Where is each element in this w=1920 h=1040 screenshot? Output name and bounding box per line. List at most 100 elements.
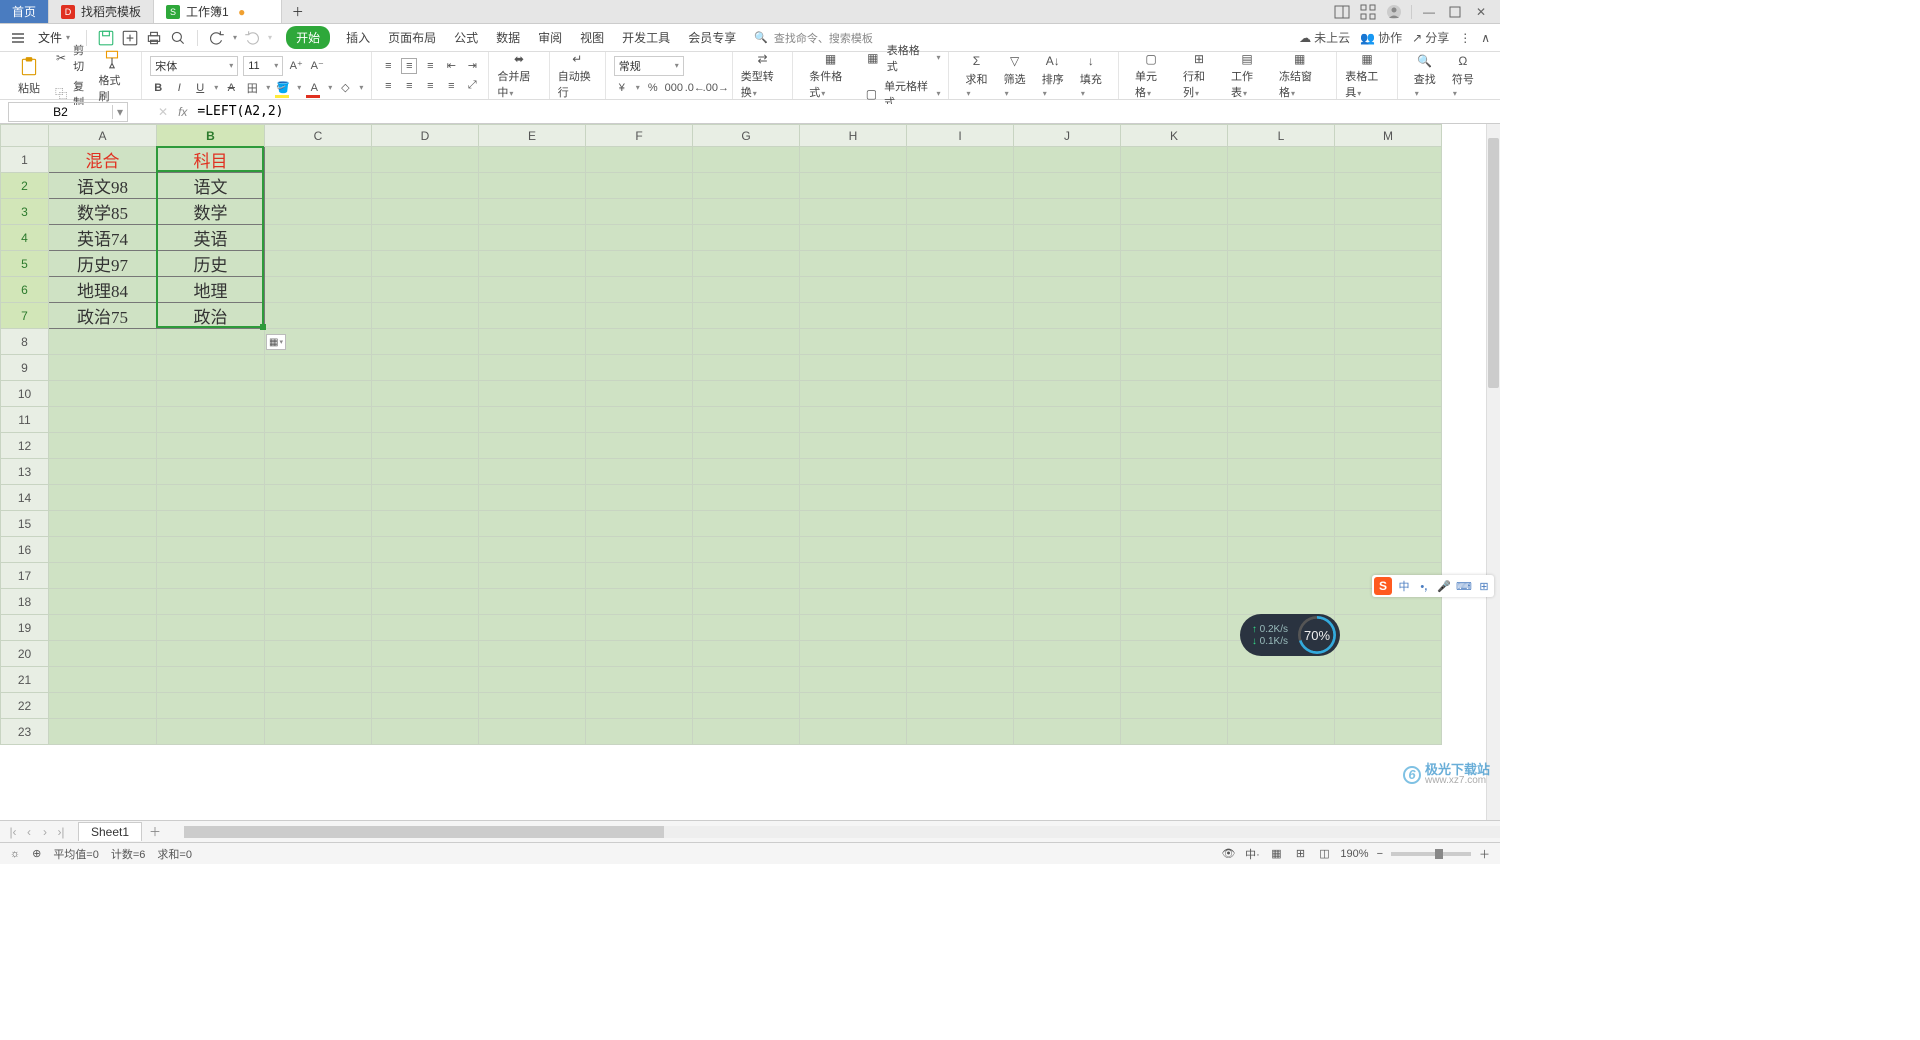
align-top-icon[interactable]: ≡ — [380, 58, 396, 74]
add-sheet-button[interactable]: ＋ — [146, 823, 164, 840]
cell[interactable] — [265, 147, 372, 173]
ime-mic-icon[interactable]: 🎤 — [1436, 578, 1452, 594]
chevron-down-icon[interactable]: ▾ — [328, 83, 332, 92]
cell[interactable] — [907, 277, 1014, 303]
cell[interactable] — [479, 199, 586, 225]
cell[interactable] — [265, 303, 372, 329]
column-header[interactable]: D — [372, 125, 479, 147]
cell[interactable] — [586, 563, 693, 589]
cell[interactable] — [800, 329, 907, 355]
cell[interactable] — [1014, 667, 1121, 693]
align-middle-icon[interactable]: ≡ — [401, 58, 417, 74]
column-header[interactable]: G — [693, 125, 800, 147]
cell[interactable] — [479, 459, 586, 485]
cell[interactable] — [800, 563, 907, 589]
column-header[interactable]: M — [1335, 125, 1442, 147]
cell[interactable] — [1014, 251, 1121, 277]
cell[interactable] — [907, 173, 1014, 199]
cell[interactable] — [1014, 407, 1121, 433]
cell[interactable] — [265, 459, 372, 485]
cell[interactable] — [586, 433, 693, 459]
cell[interactable] — [479, 719, 586, 745]
paste-icon[interactable] — [18, 56, 40, 78]
merge-center-icon[interactable]: ⬌ — [508, 52, 530, 66]
ribbon-tab-page-layout[interactable]: 页面布局 — [386, 25, 438, 50]
cell[interactable] — [1228, 381, 1335, 407]
cell[interactable] — [800, 147, 907, 173]
cell[interactable] — [586, 199, 693, 225]
cell[interactable] — [157, 329, 265, 355]
sheet-tab[interactable]: Sheet1 — [78, 822, 142, 841]
ribbon-tab-data[interactable]: 数据 — [494, 25, 522, 50]
cell[interactable] — [1014, 719, 1121, 745]
cell[interactable] — [49, 615, 157, 641]
cell[interactable] — [479, 277, 586, 303]
number-format-select[interactable]: 常规▾ — [614, 56, 684, 76]
currency-icon[interactable]: ¥ — [614, 80, 630, 96]
cell[interactable] — [907, 719, 1014, 745]
cell[interactable] — [157, 641, 265, 667]
cell[interactable] — [49, 693, 157, 719]
cell[interactable] — [479, 693, 586, 719]
avatar-icon[interactable] — [1385, 4, 1403, 20]
ime-lang[interactable]: 中 — [1396, 578, 1412, 594]
column-header[interactable]: L — [1228, 125, 1335, 147]
cell[interactable] — [693, 433, 800, 459]
cell[interactable] — [800, 173, 907, 199]
cell[interactable] — [1121, 329, 1228, 355]
cell[interactable] — [479, 225, 586, 251]
cell[interactable]: 语文98 — [49, 173, 157, 199]
cell[interactable] — [1121, 563, 1228, 589]
cell[interactable]: 英语74 — [49, 225, 157, 251]
worksheet-icon[interactable]: ▤ — [1236, 52, 1258, 66]
ime-punct-icon[interactable]: •ꓹ — [1416, 578, 1432, 594]
find-icon[interactable]: 🔍 — [1414, 52, 1436, 69]
sheet-prev-icon[interactable]: ‹ — [22, 825, 36, 839]
format-painter-icon[interactable] — [101, 48, 123, 70]
cell[interactable] — [372, 589, 479, 615]
underline-icon[interactable]: U — [192, 80, 208, 96]
cell[interactable] — [907, 225, 1014, 251]
column-header[interactable]: J — [1014, 125, 1121, 147]
cell[interactable] — [372, 173, 479, 199]
cell[interactable] — [586, 615, 693, 641]
row-col-icon[interactable]: ⊞ — [1188, 52, 1210, 66]
chevron-down-icon[interactable]: ▾ — [214, 83, 218, 92]
align-left-icon[interactable]: ≡ — [380, 78, 396, 94]
cell[interactable] — [1335, 459, 1442, 485]
cell[interactable] — [1121, 511, 1228, 537]
sum-icon[interactable]: Σ — [966, 52, 988, 69]
cell[interactable]: 历史 — [157, 251, 265, 277]
cell[interactable] — [479, 511, 586, 537]
cell[interactable] — [800, 251, 907, 277]
row-header[interactable]: 22 — [1, 693, 49, 719]
ribbon-tab-review[interactable]: 审阅 — [536, 25, 564, 50]
cell[interactable] — [907, 303, 1014, 329]
align-right-icon[interactable]: ≡ — [422, 78, 438, 94]
cell[interactable]: 政治75 — [49, 303, 157, 329]
cell[interactable] — [693, 147, 800, 173]
cell[interactable] — [372, 407, 479, 433]
cell[interactable] — [265, 251, 372, 277]
cell[interactable] — [1228, 173, 1335, 199]
cell[interactable] — [265, 199, 372, 225]
sort-icon[interactable]: A↓ — [1042, 52, 1064, 69]
status-mark-icon[interactable]: ⊕ — [32, 847, 41, 860]
cell[interactable] — [157, 589, 265, 615]
cell[interactable] — [1335, 667, 1442, 693]
cell[interactable] — [265, 537, 372, 563]
cell[interactable] — [1014, 329, 1121, 355]
indent-decrease-icon[interactable]: ⇤ — [443, 58, 459, 74]
cell[interactable] — [586, 251, 693, 277]
type-convert-icon[interactable]: ⇄ — [752, 52, 774, 66]
cell[interactable] — [1014, 459, 1121, 485]
share-button[interactable]: ↗分享 — [1412, 29, 1449, 46]
cell[interactable] — [265, 693, 372, 719]
cell[interactable] — [372, 147, 479, 173]
sheet-first-icon[interactable]: |‹ — [6, 825, 20, 839]
cell[interactable] — [1228, 407, 1335, 433]
cell[interactable] — [372, 693, 479, 719]
cell[interactable] — [907, 693, 1014, 719]
cell[interactable] — [1228, 199, 1335, 225]
cell[interactable] — [1228, 589, 1335, 615]
